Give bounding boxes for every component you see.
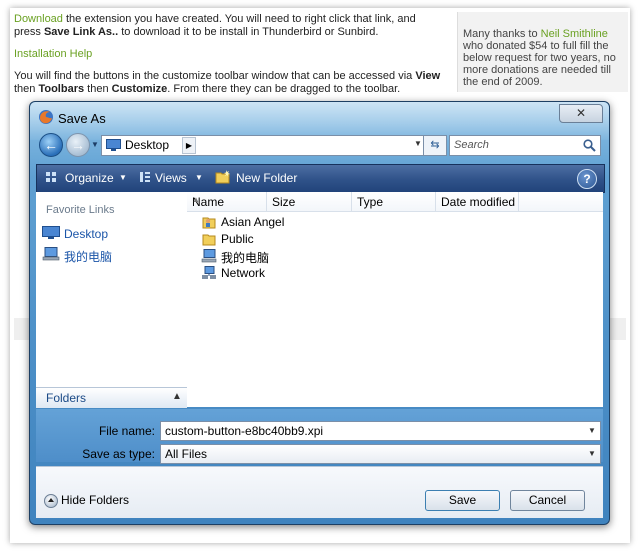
- address-bar[interactable]: Desktop ▶ ▼: [101, 135, 437, 156]
- address-dropdown-icon[interactable]: ▼: [414, 139, 422, 148]
- forward-button[interactable]: →: [66, 133, 90, 157]
- customize-paragraph: You will find the buttons in the customi…: [14, 70, 441, 95]
- desktop-icon: [106, 139, 121, 151]
- column-type[interactable]: Type: [352, 192, 436, 211]
- help-icon: ?: [583, 172, 591, 186]
- firefox-icon: [39, 110, 53, 124]
- save-button[interactable]: Save: [425, 490, 500, 511]
- installation-help-link[interactable]: Installation Help: [14, 48, 92, 60]
- recent-pages-dropdown[interactable]: ▼: [91, 140, 99, 149]
- favorite-desktop-label: Desktop: [64, 227, 109, 241]
- close-button[interactable]: ✕: [559, 104, 603, 123]
- desktop-icon: [42, 226, 60, 239]
- chevron-up-icon: [44, 494, 58, 508]
- dialog-title: Save As: [58, 111, 106, 126]
- file-name-input[interactable]: custom-button-e8bc40bb9.xpi ▼: [160, 421, 601, 441]
- address-location: Desktop: [125, 138, 170, 152]
- search-input[interactable]: [454, 137, 574, 153]
- command-toolbar: Organize ▼ Views ▼ New Folder ?: [36, 164, 605, 193]
- folders-toggle[interactable]: Folders ▲: [36, 387, 187, 408]
- computer-icon: [42, 247, 60, 261]
- download-link[interactable]: Download: [14, 13, 63, 25]
- favorite-desktop[interactable]: Desktop: [42, 225, 182, 242]
- navigation-pane: Favorite Links Desktop 我的电脑: [36, 192, 188, 405]
- views-dropdown-icon: ▼: [195, 173, 203, 182]
- list-item[interactable]: 我的电脑: [201, 248, 401, 265]
- save-as-type-select[interactable]: All Files ▼: [160, 444, 601, 464]
- new-folder-icon: [215, 170, 230, 184]
- donor-link[interactable]: Neil Smithline: [541, 28, 608, 40]
- favorite-links-title: Favorite Links: [46, 204, 115, 216]
- file-name: Network: [221, 266, 266, 280]
- file-name-dropdown-icon[interactable]: ▼: [588, 426, 596, 435]
- list-item[interactable]: Asian Angel: [201, 214, 401, 230]
- favorite-my-computer[interactable]: 我的电脑: [42, 246, 182, 264]
- views-icon: [140, 172, 150, 182]
- breadcrumb-chevron-icon[interactable]: ▶: [182, 137, 196, 154]
- back-button[interactable]: ←: [39, 133, 63, 157]
- dialog-footer: Hide Folders Save Cancel: [36, 466, 603, 518]
- save-options-area: File name: custom-button-e8bc40bb9.xpi ▼…: [36, 409, 603, 464]
- user-folder-icon: [202, 217, 216, 229]
- cancel-button[interactable]: Cancel: [510, 490, 585, 511]
- file-name-value: custom-button-e8bc40bb9.xpi: [165, 424, 324, 438]
- file-list: Name ▲ Size Type Date modified Asian Ang…: [187, 192, 603, 407]
- computer-icon: [201, 249, 217, 263]
- organize-dropdown-icon: ▼: [119, 173, 127, 182]
- download-paragraph: Download the extension you have created.…: [14, 13, 416, 38]
- donation-text: Many thanks to Neil Smithline who donate…: [463, 28, 616, 88]
- back-arrow-icon: ←: [44, 137, 58, 153]
- chevron-up-icon: ▲: [172, 391, 182, 402]
- organize-label: Organize: [65, 171, 114, 185]
- file-name-label: File name:: [98, 424, 155, 438]
- file-name: Public: [221, 232, 254, 246]
- network-icon: [202, 266, 216, 279]
- sort-ascending-icon: ▲: [192, 195, 200, 204]
- folder-icon: [202, 234, 216, 246]
- hide-folders-label: Hide Folders: [61, 493, 130, 507]
- column-name[interactable]: Name ▲: [187, 192, 267, 211]
- help-button[interactable]: ?: [577, 169, 597, 189]
- column-date-modified[interactable]: Date modified: [436, 192, 519, 211]
- file-name: Asian Angel: [221, 215, 285, 229]
- list-item[interactable]: Public: [201, 231, 401, 247]
- favorite-my-computer-label: 我的电脑: [64, 250, 113, 264]
- search-icon[interactable]: [583, 139, 596, 152]
- column-header-row: Name ▲ Size Type Date modified: [187, 192, 603, 212]
- save-as-type-value: All Files: [165, 447, 208, 461]
- refresh-icon: ⇆: [430, 139, 440, 151]
- column-size[interactable]: Size: [267, 192, 352, 211]
- folders-label: Folders: [46, 391, 87, 405]
- installation-help-heading: Installation Help: [14, 48, 444, 61]
- refresh-button[interactable]: ⇆: [423, 135, 447, 156]
- save-as-type-dropdown-icon[interactable]: ▼: [588, 449, 596, 458]
- donation-sidebar: Many thanks to Neil Smithline who donate…: [457, 12, 628, 92]
- forward-arrow-icon: →: [71, 137, 85, 153]
- save-as-dialog: Save As ✕ ← → ▼ Desktop ▶ ▼ ⇆ Organize ▼: [29, 101, 610, 525]
- views-label: Views: [155, 171, 187, 185]
- list-item[interactable]: Network: [201, 265, 401, 281]
- search-box[interactable]: [449, 135, 601, 156]
- organize-icon: [46, 172, 56, 182]
- save-as-type-label: Save as type:: [82, 447, 155, 461]
- new-folder-label: New Folder: [236, 171, 298, 185]
- file-name: 我的电脑: [221, 251, 270, 265]
